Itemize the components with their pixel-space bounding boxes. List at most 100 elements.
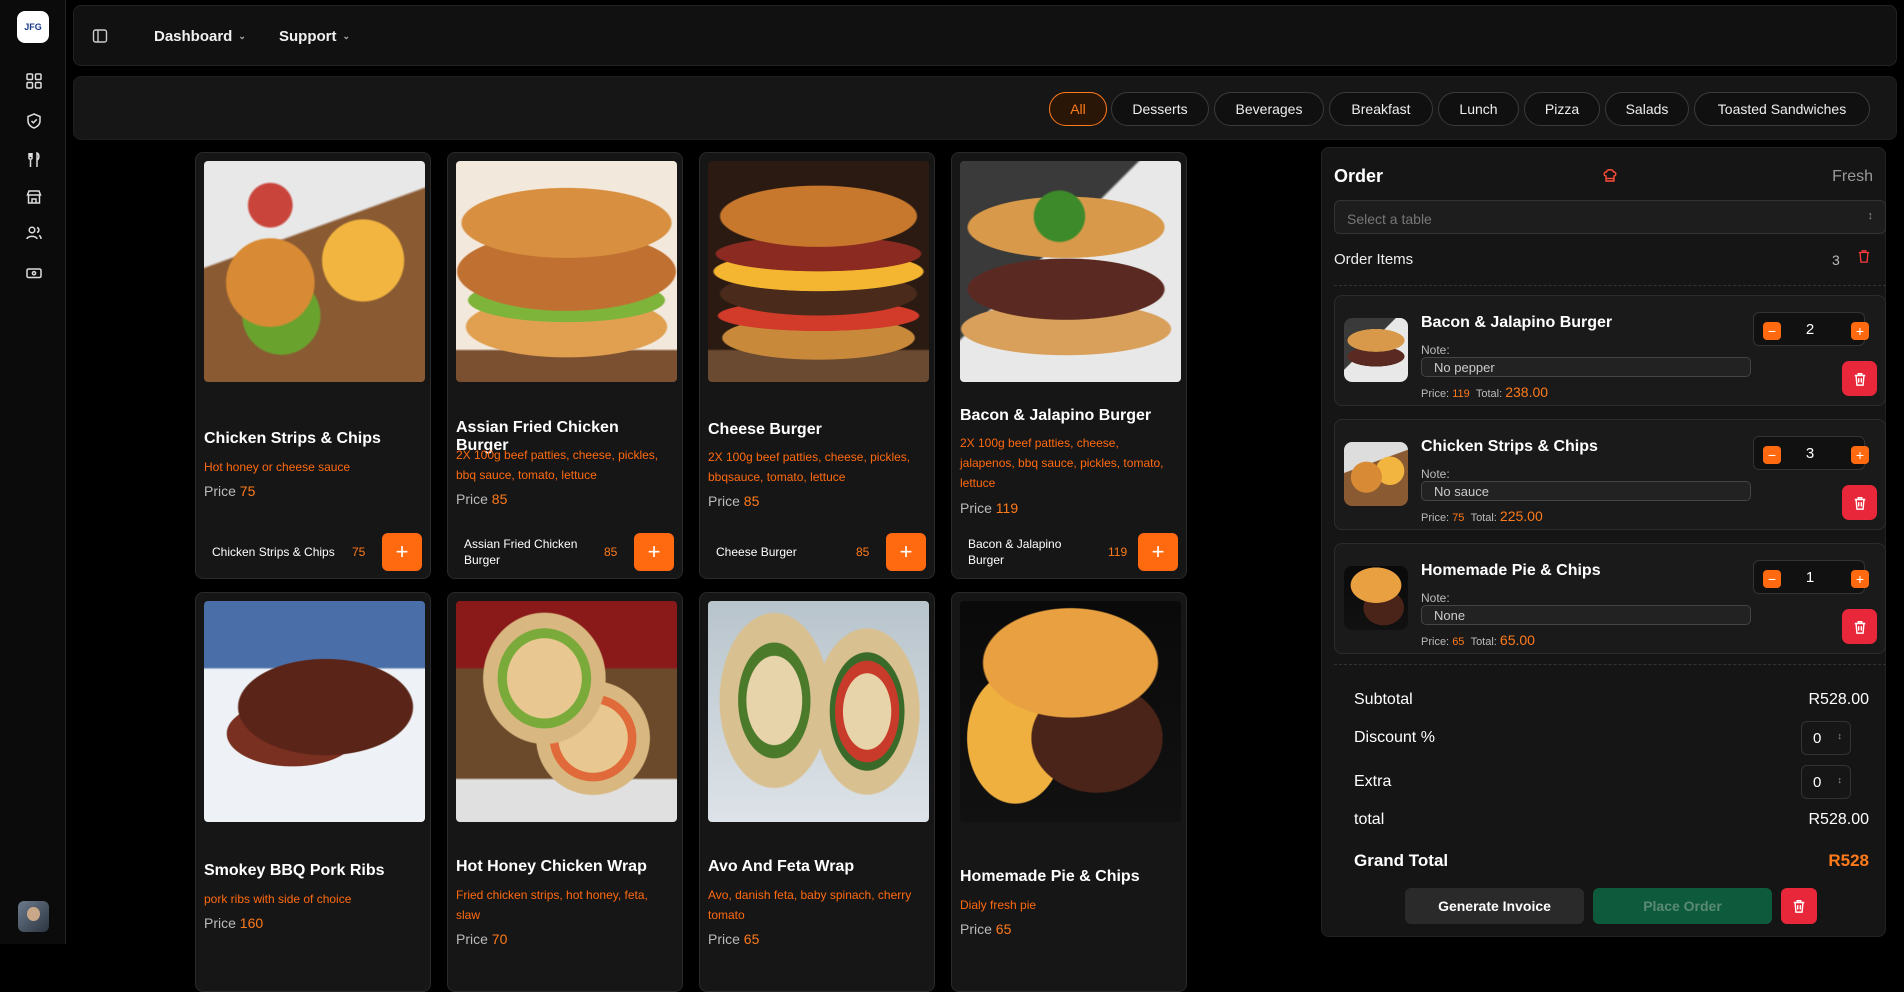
footer-item-price: 75	[352, 545, 366, 559]
chef-hat-icon[interactable]	[1602, 167, 1618, 188]
footer-item-name: Assian Fried Chicken Burger	[464, 537, 578, 567]
menu-item-name: Chicken Strips & Chips	[204, 430, 381, 447]
remove-item-button[interactable]	[1842, 361, 1877, 396]
utensils-icon[interactable]	[23, 149, 45, 171]
quantity-value[interactable]: 2	[1800, 321, 1820, 338]
menu-item-name: Hot Honey Chicken Wrap	[456, 858, 647, 875]
clear-items-trash-icon[interactable]	[1857, 249, 1871, 268]
trash-icon	[1854, 372, 1865, 386]
menu-card[interactable]: Homemade Pie & Chips Dialy fresh pie Pri…	[951, 592, 1187, 992]
order-item-name: Bacon & Jalapino Burger	[1421, 314, 1613, 331]
clear-order-button[interactable]	[1781, 888, 1817, 924]
menu-item-description: 2X 100g beef patties, cheese, pickles, b…	[456, 448, 659, 482]
menu-card[interactable]: Hot Honey Chicken Wrap Fried chicken str…	[447, 592, 683, 992]
add-to-order-button[interactable]: +	[1138, 533, 1178, 571]
card-footer: Chicken Strips & Chips 75 +	[204, 533, 422, 571]
category-chip-all[interactable]: All	[1049, 92, 1107, 126]
remove-item-button[interactable]	[1842, 485, 1877, 520]
nav-support[interactable]: Support ⌄	[279, 28, 350, 45]
note-label: Note:	[1421, 467, 1450, 481]
extra-input[interactable]: 0 ↕	[1801, 765, 1851, 799]
menu-item-description: Fried chicken strips, hot honey, feta, s…	[456, 888, 648, 922]
food-image	[204, 601, 425, 822]
shield-check-icon[interactable]	[23, 110, 45, 132]
category-chip-beverages[interactable]: Beverages	[1214, 92, 1324, 126]
increment-button[interactable]: +	[1851, 322, 1869, 340]
generate-invoice-button[interactable]: Generate Invoice	[1405, 888, 1584, 924]
menu-card[interactable]: Assian Fried Chicken Burger 2X 100g beef…	[447, 152, 683, 579]
quantity-value[interactable]: 1	[1800, 569, 1820, 586]
food-image	[708, 161, 929, 382]
discount-value: 0	[1813, 730, 1822, 747]
add-to-order-button[interactable]: +	[886, 533, 926, 571]
food-image	[960, 601, 1181, 822]
order-item-total: 238.00	[1505, 384, 1549, 400]
plus-icon: +	[899, 539, 913, 564]
spinner-icon: ↕	[1837, 775, 1843, 785]
store-icon[interactable]	[23, 186, 45, 208]
add-to-order-button[interactable]: +	[634, 533, 674, 571]
menu-card[interactable]: Avo And Feta Wrap Avo, danish feta, baby…	[699, 592, 935, 992]
category-chip-toasted-sandwiches[interactable]: Toasted Sandwiches	[1694, 92, 1870, 126]
order-item-note-input[interactable]: None	[1421, 605, 1751, 625]
order-panel: Order Fresh Select a table ↕ Order Items…	[1321, 147, 1886, 937]
menu-item-description: Dialy fresh pie	[960, 898, 1037, 912]
menu-card[interactable]: Chicken Strips & Chips Hot honey or chee…	[195, 152, 431, 579]
category-chip-salads[interactable]: Salads	[1605, 92, 1689, 126]
app-logo[interactable]: JFG	[17, 11, 49, 43]
order-item-pricing: Price: 75 Total: 225.00	[1421, 508, 1543, 524]
order-item: Chicken Strips & Chips Note: No sauce Pr…	[1334, 419, 1886, 530]
dashboard-grid-icon[interactable]	[23, 70, 45, 92]
category-chip-desserts[interactable]: Desserts	[1111, 92, 1209, 126]
total-label: Total:	[1470, 512, 1497, 524]
sidebar-toggle-icon[interactable]	[92, 28, 108, 49]
remove-item-button[interactable]	[1842, 609, 1877, 644]
order-item-note-input[interactable]: No sauce	[1421, 481, 1751, 501]
decrement-button[interactable]: −	[1763, 322, 1781, 340]
category-chip-lunch[interactable]: Lunch	[1438, 92, 1519, 126]
menu-item-description: pork ribs with side of choice	[204, 892, 352, 906]
subtotal-value: R528.00	[1808, 691, 1870, 708]
menu-card[interactable]: Smokey BBQ Pork Ribs pork ribs with side…	[195, 592, 431, 992]
price-label: Price	[456, 491, 488, 507]
decrement-button[interactable]: −	[1763, 446, 1781, 464]
place-order-button[interactable]: Place Order	[1593, 888, 1772, 924]
category-chip-breakfast[interactable]: Breakfast	[1329, 92, 1433, 126]
cash-icon[interactable]	[23, 262, 45, 284]
sidebar: JFG	[0, 0, 66, 944]
discount-label: Discount %	[1354, 729, 1435, 746]
table-select[interactable]: Select a table ↕	[1334, 200, 1886, 234]
decrement-button[interactable]: −	[1763, 570, 1781, 588]
price-label: Price	[204, 483, 236, 499]
order-item-thumbnail	[1344, 566, 1408, 630]
order-item-name: Chicken Strips & Chips	[1421, 438, 1598, 455]
menu-item-name: Smokey BBQ Pork Ribs	[204, 862, 385, 879]
menu-item-price: Price 119	[960, 500, 1018, 516]
menu-item-description: 2X 100g beef patties, cheese, pickles, b…	[708, 450, 911, 484]
footer-item-price: 119	[1108, 545, 1128, 559]
price-label: Price:	[1421, 388, 1450, 400]
food-image	[204, 161, 425, 382]
discount-input[interactable]: 0 ↕	[1801, 721, 1851, 755]
price-value: 65	[995, 921, 1012, 937]
price-value: 85	[743, 493, 760, 509]
menu-item-price: Price 85	[456, 491, 507, 507]
users-icon[interactable]	[23, 222, 45, 244]
menu-item-price: Price 75	[204, 483, 255, 499]
increment-button[interactable]: +	[1851, 446, 1869, 464]
price-value: 75	[239, 483, 256, 499]
nav-support-label: Support	[279, 28, 337, 45]
nav-dashboard[interactable]: Dashboard ⌄	[154, 28, 246, 45]
price-label: Price	[960, 500, 992, 516]
price-label: Price:	[1421, 636, 1450, 648]
grand-total-label: Grand Total	[1354, 851, 1449, 870]
add-to-order-button[interactable]: +	[382, 533, 422, 571]
order-item-note-input[interactable]: No pepper	[1421, 357, 1751, 377]
note-label: Note:	[1421, 343, 1450, 357]
increment-button[interactable]: +	[1851, 570, 1869, 588]
quantity-value[interactable]: 3	[1800, 445, 1820, 462]
category-chip-pizza[interactable]: Pizza	[1524, 92, 1600, 126]
user-avatar[interactable]	[18, 901, 49, 932]
menu-card[interactable]: Cheese Burger 2X 100g beef patties, chee…	[699, 152, 935, 579]
menu-card[interactable]: Bacon & Jalapino Burger 2X 100g beef pat…	[951, 152, 1187, 579]
